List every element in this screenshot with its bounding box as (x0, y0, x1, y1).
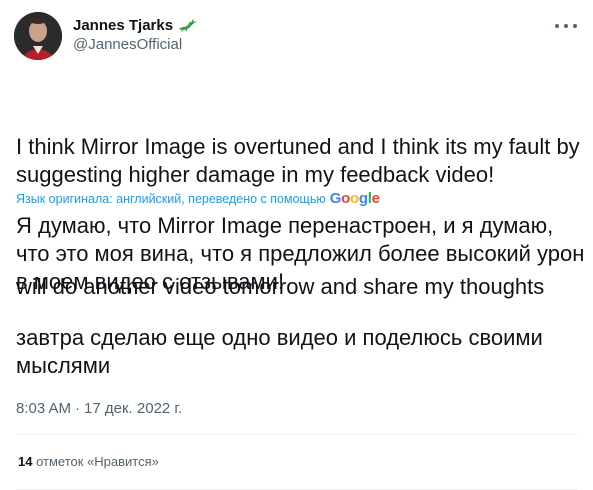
translation-note-text: Язык оригинала: английский, переведено с… (16, 191, 326, 206)
translated-paragraph: завтра сделаю еще одно видео и поделюсь … (16, 325, 543, 378)
translated-paragraph: Я думаю, что Mirror Image перенастроен, … (16, 213, 585, 294)
tweet-header: Jannes Tjarks @JannesOfficial (14, 12, 579, 62)
tweet-meta: 8:03 AM · 17 дек. 2022 г. (16, 400, 182, 417)
display-name-row: Jannes Tjarks (73, 15, 197, 35)
likes-label: отметок «Нравится» (36, 454, 159, 469)
likes-count-link[interactable]: 14 отметок «Нравится» (18, 454, 159, 469)
author-names: Jannes Tjarks @JannesOfficial (73, 15, 197, 53)
display-name[interactable]: Jannes Tjarks (73, 17, 173, 34)
google-logo: Google (329, 190, 380, 207)
lizard-icon (177, 17, 197, 33)
more-dot-icon (564, 24, 568, 28)
translation-note[interactable]: Язык оригинала: английский, переведено с… (16, 190, 586, 207)
more-dot-icon (573, 24, 577, 28)
likes-count: 14 (18, 454, 33, 469)
more-dot-icon (555, 24, 559, 28)
avatar[interactable] (14, 12, 62, 60)
more-options-button[interactable] (555, 18, 577, 34)
translated-text: Я думаю, что Mirror Image перенастроен, … (16, 212, 586, 380)
divider (16, 434, 577, 435)
avatar-image (14, 12, 62, 60)
tweet-date[interactable]: 17 дек. 2022 г. (84, 400, 182, 417)
tweet: Jannes Tjarks @JannesOfficial I think Mi… (0, 0, 593, 490)
author-handle[interactable]: @JannesOfficial (73, 36, 197, 53)
meta-separator: · (75, 400, 81, 417)
tweet-time[interactable]: 8:03 AM (16, 400, 71, 417)
tweet-paragraph: I think Mirror Image is overtuned and I … (16, 134, 586, 187)
